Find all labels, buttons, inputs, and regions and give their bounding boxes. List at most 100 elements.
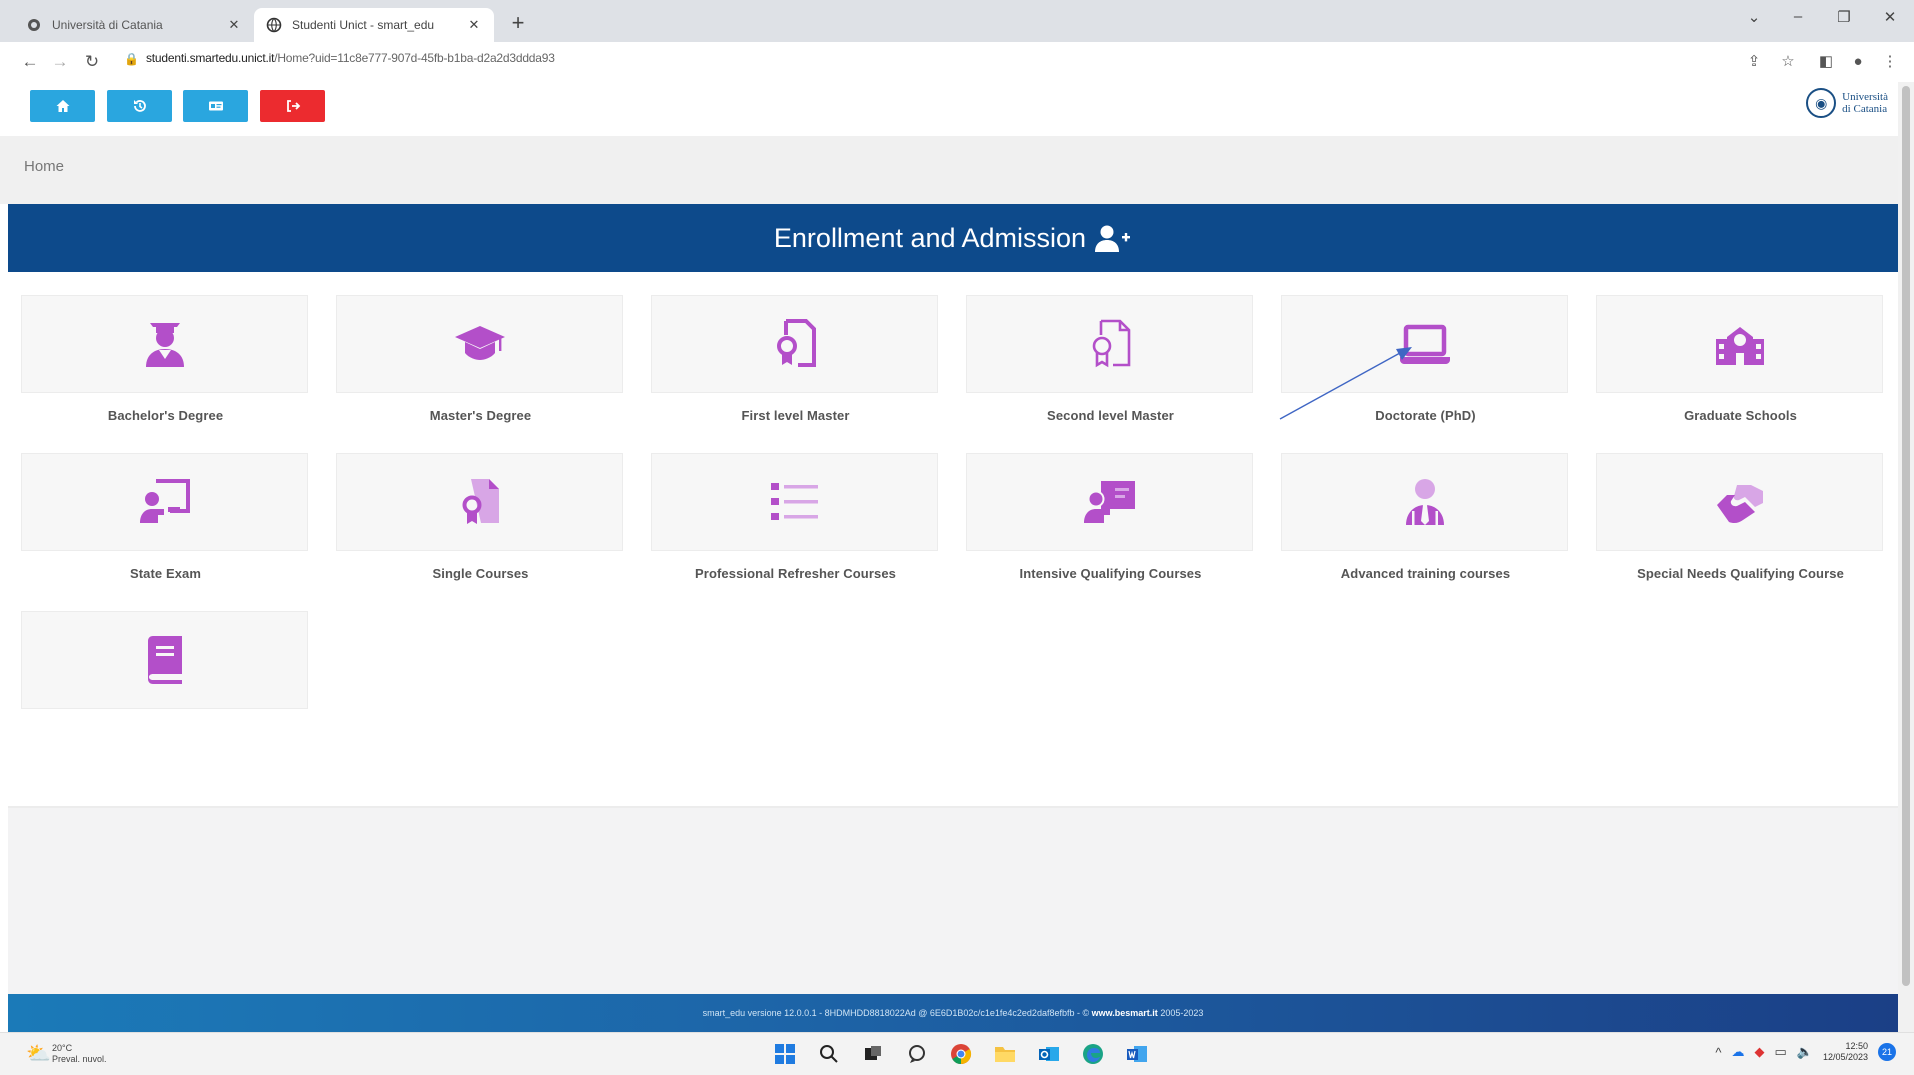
tab-title: Università di Catania xyxy=(52,18,163,32)
file-explorer-icon[interactable] xyxy=(990,1039,1020,1069)
university-name-line2: di Catania xyxy=(1842,103,1888,115)
search-icon[interactable] xyxy=(814,1039,844,1069)
menu-kebab-icon[interactable]: ⋮ xyxy=(1878,50,1902,74)
minimize-button[interactable]: – xyxy=(1784,8,1812,25)
tile-label: State Exam xyxy=(129,566,202,581)
tile-button[interactable] xyxy=(21,453,308,551)
back-arrow-icon[interactable]: ← xyxy=(18,50,42,74)
tile-professional-refresher-courses[interactable]: Professional Refresher Courses xyxy=(651,453,940,581)
page-scrollbar[interactable] xyxy=(1898,82,1914,1032)
tile-button[interactable] xyxy=(966,295,1253,393)
weather-cloud-sun-icon: ⛅ xyxy=(26,1043,51,1065)
university-name: Università di Catania xyxy=(1842,91,1888,115)
tile-button[interactable] xyxy=(966,453,1253,551)
browser-tab-unict[interactable]: Università di Catania ✕ xyxy=(14,8,254,42)
side-panel-icon[interactable]: ◧ xyxy=(1814,50,1838,74)
logout-button[interactable] xyxy=(260,90,325,122)
close-window-button[interactable]: ✕ xyxy=(1876,8,1904,26)
weather-widget[interactable]: ⛅ 20°C Preval. nuvol. xyxy=(26,1041,107,1066)
history-button[interactable] xyxy=(107,90,172,122)
tile-second-level-master[interactable]: Second level Master xyxy=(966,295,1255,423)
tile-state-exam[interactable]: State Exam xyxy=(21,453,310,581)
home-button[interactable] xyxy=(30,90,95,122)
browser-tab-smartedu[interactable]: Studenti Unict - smart_edu ✕ xyxy=(254,8,494,42)
tile-label: Master's Degree xyxy=(429,408,532,423)
tile-label: Special Needs Qualifying Course xyxy=(1637,566,1844,581)
breadcrumb[interactable]: Home xyxy=(24,158,64,175)
certificate-file-icon xyxy=(462,479,499,524)
tile-advanced-training-courses[interactable]: Advanced training courses xyxy=(1281,453,1570,581)
page-footer: smart_edu versione 12.0.0.1 - 8HDMHDD881… xyxy=(8,994,1898,1032)
profile-icon[interactable]: ● xyxy=(1846,50,1870,74)
id-card-button[interactable] xyxy=(183,90,248,122)
list-icon xyxy=(770,483,818,520)
tile-button[interactable] xyxy=(1281,453,1568,551)
laptop-icon xyxy=(1399,324,1450,364)
word-icon[interactable] xyxy=(1122,1039,1152,1069)
new-tab-button[interactable]: + xyxy=(505,10,531,36)
tile-special-needs-qualifying-course[interactable]: Special Needs Qualifying Course xyxy=(1596,453,1885,581)
section-banner: Enrollment and Admission xyxy=(8,204,1898,272)
history-icon xyxy=(133,100,146,112)
tile-button[interactable] xyxy=(336,295,623,393)
display-icon[interactable]: ▭ xyxy=(1774,1044,1786,1060)
antivirus-icon[interactable]: ◆ xyxy=(1754,1044,1764,1060)
url-path: /Home?uid=11c8e777-907d-45fb-b1ba-d2a2d3… xyxy=(274,51,555,65)
chrome-icon[interactable] xyxy=(946,1039,976,1069)
bookmark-star-icon[interactable]: ☆ xyxy=(1776,50,1800,74)
url-host: studenti.smartedu.unict.it xyxy=(146,51,275,65)
restore-button[interactable]: ❐ xyxy=(1830,8,1858,26)
onedrive-cloud-icon[interactable]: ☁ xyxy=(1731,1044,1744,1060)
chevron-up-icon[interactable]: ^ xyxy=(1715,1045,1721,1060)
unict-favicon-icon xyxy=(26,17,42,33)
url-field[interactable]: studenti.smartedu.unict.it/Home?uid=11c8… xyxy=(146,51,555,65)
tile-graduate-schools[interactable]: Graduate Schools xyxy=(1596,295,1885,423)
tile-button[interactable] xyxy=(651,295,938,393)
chat-icon[interactable] xyxy=(902,1039,932,1069)
close-tab-icon[interactable]: ✕ xyxy=(226,17,242,33)
logout-icon xyxy=(286,100,300,112)
page-lower-area xyxy=(8,808,1898,994)
graduate-user-icon xyxy=(145,323,184,367)
tile-masters-degree[interactable]: Master's Degree xyxy=(336,295,625,423)
book-icon xyxy=(147,636,182,684)
speaker-icon[interactable]: 🔈 xyxy=(1797,1044,1813,1060)
lock-icon[interactable]: 🔒 xyxy=(124,52,139,66)
outlook-icon[interactable] xyxy=(1034,1039,1064,1069)
tile-label: Single Courses xyxy=(432,566,529,581)
reload-icon[interactable]: ↻ xyxy=(80,50,104,74)
app-header: ◉ Università di Catania xyxy=(0,82,1898,136)
tile-button[interactable] xyxy=(21,611,308,709)
tile-button[interactable] xyxy=(1281,295,1568,393)
notification-badge[interactable]: 21 xyxy=(1878,1043,1896,1061)
tile-first-level-master[interactable]: First level Master xyxy=(651,295,940,423)
tile-label: Graduate Schools xyxy=(1684,408,1797,423)
forward-arrow-icon[interactable]: → xyxy=(48,50,72,74)
university-seal-icon: ◉ xyxy=(1806,88,1837,118)
share-icon[interactable]: ⇪ xyxy=(1742,50,1766,74)
tile-intensive-qualifying-courses[interactable]: Intensive Qualifying Courses xyxy=(966,453,1255,581)
tile-button[interactable] xyxy=(1596,295,1883,393)
windows-start-icon[interactable] xyxy=(770,1039,800,1069)
footer-text: smart_edu versione 12.0.0.1 - 8HDMHDD881… xyxy=(703,1008,1204,1018)
tile-single-courses[interactable]: Single Courses xyxy=(336,453,625,581)
tile-bachelors-degree[interactable]: Bachelor's Degree xyxy=(21,295,310,423)
graduation-cap-icon xyxy=(454,326,505,360)
tile-button[interactable] xyxy=(336,453,623,551)
scrollbar-thumb[interactable] xyxy=(1902,86,1910,986)
tile-button[interactable] xyxy=(651,453,938,551)
university-logo[interactable]: ◉ Università di Catania xyxy=(1806,88,1888,118)
tile-button[interactable] xyxy=(1596,453,1883,551)
task-view-icon[interactable] xyxy=(858,1039,888,1069)
clock[interactable]: 12:50 12/05/2023 xyxy=(1823,1041,1868,1063)
close-tab-icon[interactable]: ✕ xyxy=(466,17,482,33)
user-tie-icon xyxy=(1405,479,1444,525)
edge-icon[interactable] xyxy=(1078,1039,1108,1069)
footer-version: smart_edu versione 12.0.0.1 - 8HDMHDD881… xyxy=(702,1008,1090,1018)
footer-brand-link[interactable]: www.besmart.it xyxy=(1092,1008,1158,1018)
system-tray: ^ ☁ ◆ ▭ 🔈 12:50 12/05/2023 21 xyxy=(1715,1041,1896,1063)
tile-doctorate-phd[interactable]: Doctorate (PhD) xyxy=(1281,295,1570,423)
tile-book[interactable] xyxy=(21,611,310,724)
tile-button[interactable] xyxy=(21,295,308,393)
tab-search-chevron-icon[interactable]: ⌄ xyxy=(1740,8,1768,26)
